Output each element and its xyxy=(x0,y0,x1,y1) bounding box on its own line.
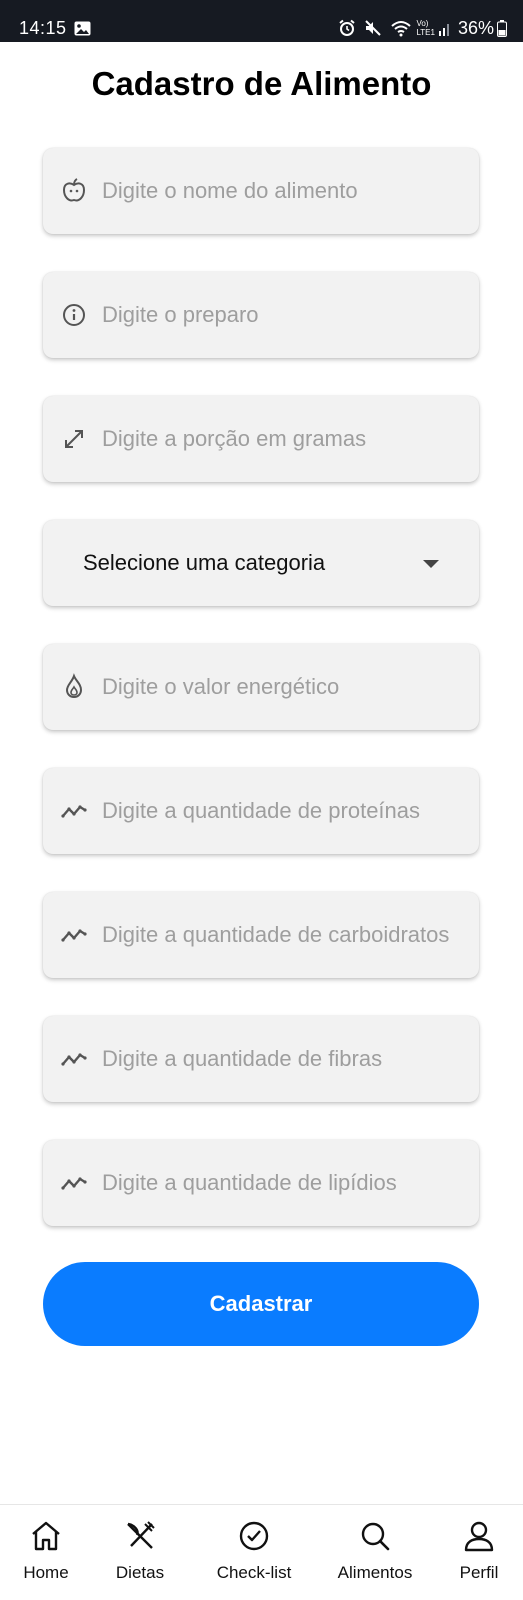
status-icons: Vo) LTE1 36% xyxy=(338,16,507,40)
check-circle-icon xyxy=(239,1521,269,1551)
trend-line-icon xyxy=(60,797,88,825)
register-button[interactable]: Cadastrar xyxy=(43,1262,479,1346)
signal-icon xyxy=(438,20,452,36)
nav-item-foods[interactable]: Alimentos xyxy=(328,1505,422,1600)
preparation-field[interactable] xyxy=(43,272,479,358)
energy-field[interactable] xyxy=(43,644,479,730)
category-select-value: Selecione uma categoria xyxy=(83,550,326,575)
network-label: Vo) LTE1 xyxy=(416,19,435,37)
flame-icon xyxy=(60,673,88,701)
mute-icon xyxy=(364,19,382,37)
lipid-field[interactable] xyxy=(43,1140,479,1226)
nav-item-profile[interactable]: Perfil xyxy=(446,1505,512,1600)
fiber-input[interactable] xyxy=(102,1040,474,1078)
status-time: 14:15 xyxy=(19,18,67,38)
apple-icon xyxy=(60,177,88,205)
trend-line-icon xyxy=(60,1045,88,1073)
food-name-field[interactable] xyxy=(43,148,479,234)
nav-label-diets: Dietas xyxy=(115,1563,165,1582)
carbohydrate-field[interactable] xyxy=(43,892,479,978)
nav-label-checklist: Check-list xyxy=(216,1563,292,1582)
protein-field[interactable] xyxy=(43,768,479,854)
gallery-notification-icon xyxy=(74,21,91,41)
bottom-nav: Home Dietas Check-list Alimentos Perfil xyxy=(0,1504,523,1600)
page-title: Cadastro de Alimento xyxy=(91,65,432,102)
status-bar: 14:15 Vo) LTE1 36% xyxy=(0,0,523,42)
nav-item-checklist[interactable]: Check-list xyxy=(206,1505,302,1600)
energy-input[interactable] xyxy=(102,668,474,706)
dropdown-arrow-icon xyxy=(423,560,439,568)
protein-input[interactable] xyxy=(102,792,474,830)
food-name-input[interactable] xyxy=(102,172,474,210)
carbohydrate-input[interactable] xyxy=(102,916,474,954)
wifi-icon xyxy=(390,19,412,37)
lipid-input[interactable] xyxy=(102,1164,474,1202)
nav-label-profile: Perfil xyxy=(459,1563,499,1582)
fiber-field[interactable] xyxy=(43,1016,479,1102)
category-select[interactable]: Selecione uma categoria xyxy=(43,520,479,606)
nav-item-diets[interactable]: Dietas xyxy=(104,1505,176,1600)
home-icon xyxy=(32,1521,60,1551)
preparation-input[interactable] xyxy=(102,296,474,334)
portion-field[interactable] xyxy=(43,396,479,482)
battery-percent: 36% xyxy=(457,18,494,38)
portion-input[interactable] xyxy=(102,420,474,458)
nav-label-home: Home xyxy=(23,1563,69,1582)
battery-icon xyxy=(497,19,507,37)
utensils-icon xyxy=(127,1521,155,1549)
expand-arrows-icon xyxy=(60,425,88,453)
user-icon xyxy=(464,1521,494,1552)
trend-line-icon xyxy=(60,921,88,949)
network-label-bottom: LTE1 xyxy=(416,28,435,37)
network-label-top: Vo) xyxy=(416,19,429,28)
search-icon xyxy=(361,1522,390,1551)
alarm-icon xyxy=(338,19,356,37)
nav-item-home[interactable]: Home xyxy=(10,1505,82,1600)
nav-label-foods: Alimentos xyxy=(337,1563,413,1582)
trend-line-icon xyxy=(60,1169,88,1197)
info-icon xyxy=(60,301,88,329)
